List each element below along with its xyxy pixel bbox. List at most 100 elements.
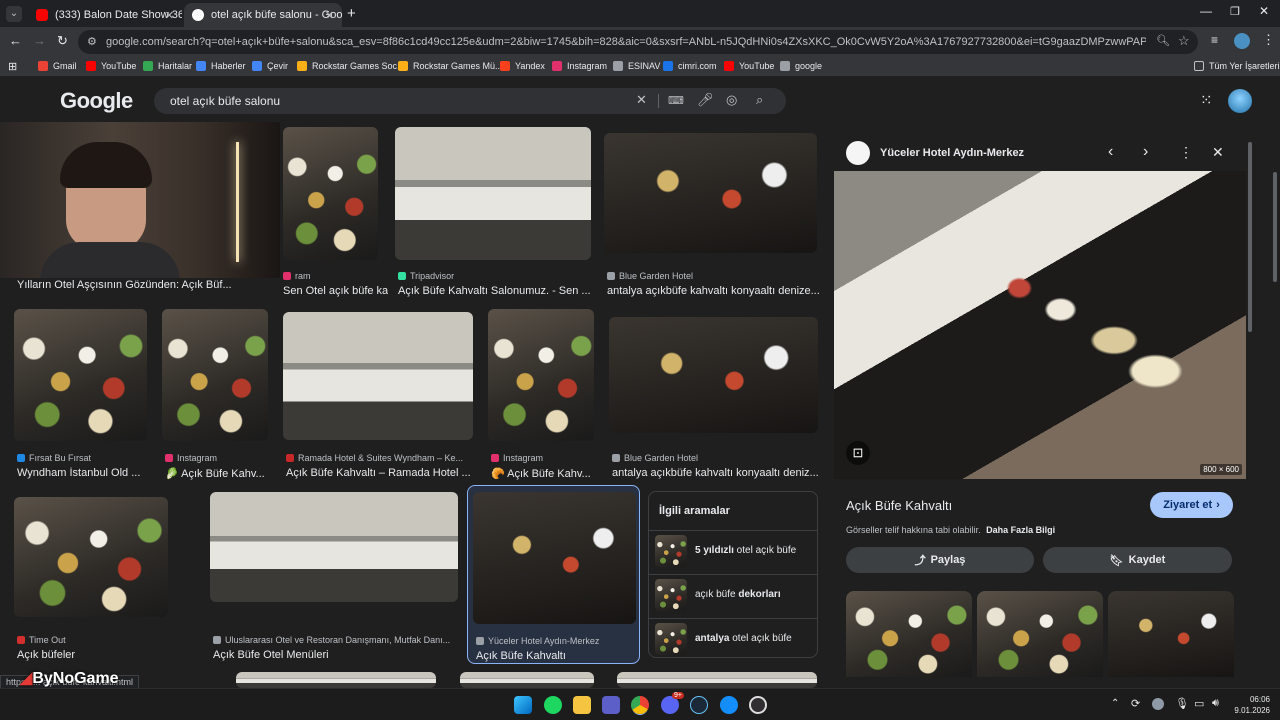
search-input[interactable]: otel açık büfe salonu ✕ ⌨ 🎤︎ ◎ ⌕: [154, 88, 786, 114]
bookmark-item[interactable]: Gmail: [38, 61, 77, 71]
result-thumbnail[interactable]: [14, 309, 147, 441]
result-thumbnail[interactable]: [604, 133, 817, 253]
panel-site-name[interactable]: Yüceler Hotel Aydın-Merkez: [880, 147, 1024, 159]
back-icon[interactable]: ←: [9, 33, 22, 48]
address-bar[interactable]: ⚙ google.com/search?q=otel+açık+büfe+sal…: [78, 30, 1198, 54]
tab-youtube[interactable]: (333) Balon Date Show 36. Bölü ✕: [28, 3, 182, 27]
result-title[interactable]: Açık Büfe Kahvaltı – Ramada Hotel ...: [286, 467, 471, 479]
result-title[interactable]: Açık büfeler: [17, 649, 75, 661]
result-source[interactable]: Yüceler Hotel Aydın-Merkez: [476, 636, 599, 646]
bookmark-item[interactable]: Çevir: [252, 61, 288, 71]
result-source[interactable]: Fırsat Bu Fırsat: [17, 453, 91, 463]
result-thumbnail-partial[interactable]: [236, 672, 436, 688]
steam-icon[interactable]: [690, 696, 708, 714]
bookmark-item[interactable]: cimri.com: [663, 61, 717, 71]
bookmark-item[interactable]: ESINAV: [613, 61, 660, 71]
result-title[interactable]: antalya açıkbüfe kahvaltı konyaaltı deni…: [612, 467, 819, 479]
spotify-icon[interactable]: [544, 696, 562, 714]
result-source[interactable]: Ramada Hotel & Suites Wyndham – Ke...: [286, 453, 463, 463]
tab-search-button[interactable]: ⌄: [6, 6, 22, 22]
image-result-selected[interactable]: Yüceler Hotel Aydın-Merkez Açık Büfe Kahv…: [467, 485, 640, 664]
panel-title[interactable]: Açık Büfe Kahvaltı: [846, 498, 952, 513]
tray-steam-icon[interactable]: [1152, 698, 1164, 710]
result-title[interactable]: Sen Otel açık büfe kahva...: [283, 285, 388, 297]
microsoft-store-icon[interactable]: [602, 696, 620, 714]
search-icon[interactable]: ⌕: [756, 92, 763, 108]
result-thumbnail[interactable]: [473, 492, 636, 624]
save-button[interactable]: 🔖︎ Kaydet: [1043, 547, 1232, 573]
bookmark-item[interactable]: Rockstar Games Soc...: [297, 61, 405, 71]
zoom-icon[interactable]: 🔍︎: [1156, 34, 1170, 47]
result-thumbnail-partial[interactable]: [460, 672, 594, 688]
result-thumbnail[interactable]: [488, 309, 594, 441]
result-title[interactable]: antalya açıkbüfe kahvaltı konyaaltı deni…: [607, 285, 820, 297]
result-title[interactable]: Açık Büfe Otel Menüleri: [213, 649, 329, 661]
clear-icon[interactable]: ✕: [636, 92, 647, 108]
lens-search-icon[interactable]: ⊡: [846, 441, 870, 465]
page-scrollbar[interactable]: [1272, 132, 1278, 677]
related-search-item[interactable]: antalya otel açık büfe: [649, 618, 817, 658]
bookmark-item[interactable]: Haberler: [196, 61, 246, 71]
bookmark-item[interactable]: Instagram: [552, 61, 607, 71]
forward-icon[interactable]: →: [33, 33, 46, 48]
result-title[interactable]: Açık Büfe Kahvaltı: [476, 650, 566, 662]
close-panel-icon[interactable]: ✕: [1212, 144, 1224, 161]
result-source[interactable]: Uluslararası Otel ve Restoran Danışmanı,…: [213, 635, 450, 645]
preview-image[interactable]: ⊡ 800 × 600: [834, 171, 1246, 479]
minimize-icon[interactable]: —: [1200, 4, 1212, 18]
result-thumbnail[interactable]: [283, 312, 473, 440]
page-scrollbar-thumb[interactable]: [1273, 172, 1277, 282]
panel-scrollbar-thumb[interactable]: [1248, 142, 1252, 332]
bookmark-star-icon[interactable]: ☆: [1178, 33, 1190, 49]
microphone-icon[interactable]: 🎤︎: [697, 92, 714, 108]
result-source[interactable]: Blue Garden Hotel: [612, 453, 698, 463]
result-source[interactable]: Tripadvisor: [398, 271, 454, 281]
obs-icon[interactable]: [749, 696, 767, 714]
result-thumbnail[interactable]: [162, 309, 268, 441]
result-source[interactable]: Time Out: [17, 635, 66, 645]
share-button[interactable]: ⤴ Paylaş: [846, 547, 1034, 573]
apps-grid-icon[interactable]: ⊞: [8, 60, 17, 73]
account-avatar[interactable]: [1228, 89, 1252, 113]
more-options-icon[interactable]: ⋮: [1179, 144, 1193, 161]
battlenet-icon[interactable]: [720, 696, 738, 714]
bookmark-item[interactable]: Rockstar Games Mü...: [398, 61, 503, 71]
result-thumbnail[interactable]: [210, 492, 458, 602]
next-image-icon[interactable]: ›: [1143, 143, 1148, 161]
chrome-icon[interactable]: [631, 696, 649, 714]
keyboard-icon[interactable]: ⌨: [668, 94, 684, 107]
result-thumbnail[interactable]: [283, 127, 378, 260]
file-explorer-icon[interactable]: [573, 696, 591, 714]
all-bookmarks-folder[interactable]: Tüm Yer İşaretleri: [1194, 61, 1280, 71]
result-title[interactable]: 🥐 Açık Büfe Kahv...: [491, 467, 591, 480]
result-source[interactable]: Blue Garden Hotel: [607, 271, 693, 281]
related-image-2[interactable]: [977, 591, 1103, 677]
site-info-icon[interactable]: ⚙: [87, 35, 97, 48]
result-source[interactable]: Instagram: [491, 453, 543, 463]
related-image-1[interactable]: [846, 591, 972, 677]
result-title[interactable]: Wyndham İstanbul Old ...: [17, 467, 140, 479]
tab-google-search[interactable]: otel açık büfe salonu - Google A ✕: [184, 3, 342, 27]
panel-scrollbar[interactable]: [1247, 132, 1253, 677]
bookmark-item[interactable]: Haritalar: [143, 61, 192, 71]
result-source[interactable]: Instagram: [165, 453, 217, 463]
bookmark-item[interactable]: Yandex: [500, 61, 545, 71]
tray-chevron-icon[interactable]: ⌃: [1111, 698, 1119, 709]
tray-network-icon[interactable]: ▭: [1194, 697, 1204, 710]
google-logo[interactable]: Google: [60, 88, 133, 114]
reload-icon[interactable]: ↻: [57, 33, 68, 49]
tray-mic-icon[interactable]: 🎙︎: [1175, 697, 1189, 710]
media-control-icon[interactable]: ≡: [1211, 33, 1218, 47]
google-apps-icon[interactable]: ⁙: [1200, 91, 1213, 109]
tray-volume-icon[interactable]: 🔊︎: [1212, 697, 1219, 710]
bookmark-item[interactable]: google: [780, 61, 822, 71]
result-title[interactable]: Yılların Otel Aşçısının Gözünden: Açık B…: [17, 279, 232, 291]
tray-sync-icon[interactable]: ⟳: [1131, 697, 1140, 710]
related-search-item[interactable]: açık büfe dekorları: [649, 574, 817, 614]
menu-dots-icon[interactable]: ⋮: [1262, 32, 1275, 48]
result-title[interactable]: Açık Büfe Kahvaltı Salonumuz. - Sen ...: [398, 285, 591, 297]
result-thumbnail-partial[interactable]: [617, 672, 817, 688]
result-source[interactable]: ram: [283, 271, 311, 281]
restore-icon[interactable]: ❐: [1230, 5, 1240, 18]
lens-icon[interactable]: ◎: [726, 92, 737, 108]
